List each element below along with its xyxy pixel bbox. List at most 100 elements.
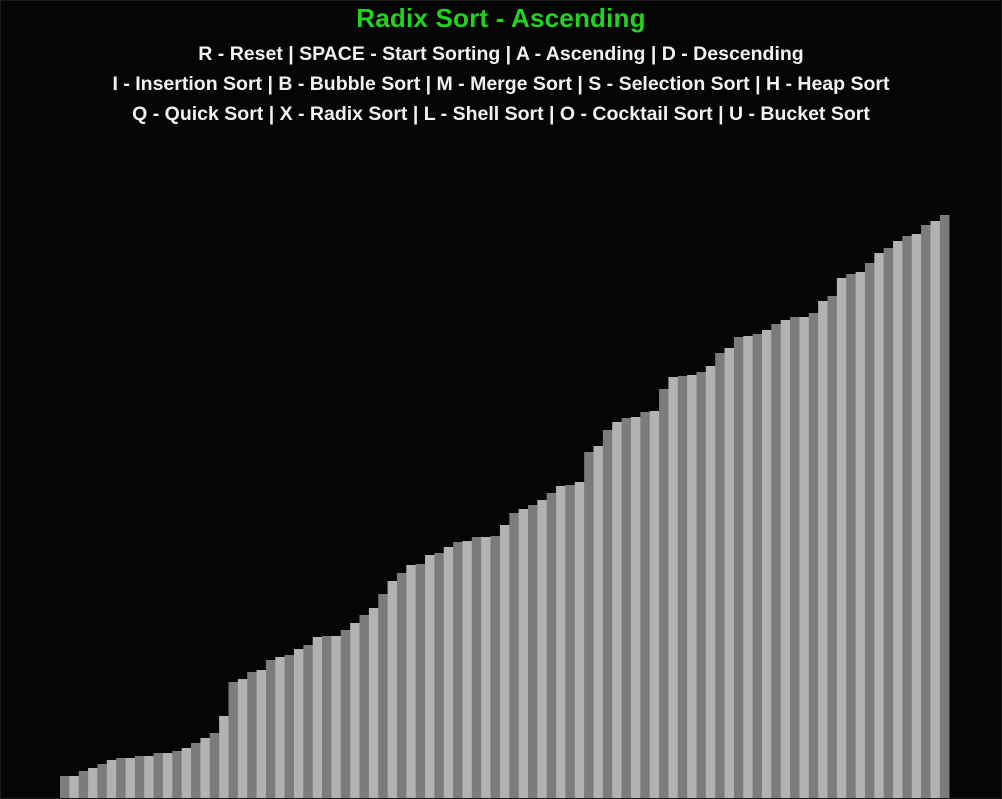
sort-bar: [191, 743, 201, 798]
sort-bar: [387, 581, 398, 798]
sort-bar: [499, 525, 510, 798]
sort-bar: [415, 564, 426, 798]
sort-bar: [378, 594, 388, 798]
sort-bar: [696, 372, 707, 798]
sort-bar: [743, 336, 753, 798]
sort-bar: [490, 536, 501, 798]
sort-bar: [649, 411, 660, 798]
sort-bar: [546, 493, 557, 798]
sort-bar: [247, 672, 257, 798]
sort-bar: [827, 296, 838, 798]
sort-bar: [153, 753, 164, 798]
sort-bar: [125, 758, 136, 798]
sort-bar: [331, 636, 342, 798]
sort-bar: [509, 513, 519, 798]
sort-bar: [705, 366, 716, 798]
sort-bar: [237, 679, 248, 798]
sort-bar: [733, 337, 744, 798]
sort-bar: [565, 485, 576, 798]
sort-bar: [256, 670, 267, 798]
sort-bar: [396, 573, 407, 798]
sort-bar: [612, 422, 622, 798]
sort-bar: [219, 716, 229, 798]
sort-bar: [116, 758, 126, 798]
sort-bar: [312, 637, 323, 798]
sort-bar: [939, 215, 950, 798]
sort-bar: [359, 615, 370, 798]
sort-bar: [659, 389, 669, 798]
sort-bar: [228, 682, 239, 798]
sort-bar: [602, 430, 613, 798]
sort-bar: [284, 655, 295, 798]
sort-bar: [921, 225, 931, 798]
sort-bar: [528, 505, 538, 798]
sort-bar: [78, 771, 89, 798]
sort-bar: [172, 751, 182, 798]
sort-bar: [106, 760, 117, 798]
sort-bar: [556, 486, 566, 798]
sort-bar: [294, 649, 304, 798]
sort-bar: [425, 555, 435, 798]
sort-bar: [406, 565, 416, 798]
sort-bar: [97, 764, 108, 798]
sort-bar: [471, 537, 482, 798]
algorithm-title: Radix Sort - Ascending: [356, 3, 646, 33]
controls-help-line-1: R - Reset | SPACE - Start Sorting | A - …: [198, 43, 804, 65]
sort-bar: [930, 221, 941, 798]
sort-bar: [836, 278, 847, 798]
sort-bar: [350, 623, 360, 798]
sort-bar: [902, 236, 913, 798]
controls-help-line-2: I - Insertion Sort | B - Bubble Sort | M…: [112, 73, 890, 95]
sort-bar: [874, 253, 884, 798]
sort-bar: [640, 412, 650, 798]
sort-bar: [818, 301, 828, 798]
sort-bar: [303, 645, 314, 798]
sort-bar: [340, 630, 351, 798]
sort-bar: [864, 263, 875, 798]
sort-bar: [162, 753, 173, 798]
sort-bar: [88, 768, 98, 798]
visualizer-canvas: Radix Sort - Ascending R - Reset | SPACE…: [0, 0, 1002, 799]
sort-bar: [181, 748, 192, 798]
sort-bar: [808, 313, 819, 798]
sort-bar: [687, 375, 697, 798]
sort-bar: [846, 274, 856, 798]
sort-bar: [144, 756, 154, 798]
sort-bar: [584, 452, 594, 798]
sort-bar: [677, 376, 688, 798]
sort-bar: [855, 272, 866, 798]
sort-bar: [200, 738, 211, 798]
sort-bar: [434, 553, 445, 798]
sort-bar: [537, 500, 548, 798]
sort-bar: [453, 542, 463, 798]
sort-bar: [69, 776, 80, 798]
sort-bar: [893, 241, 903, 798]
sort-bar: [443, 547, 454, 798]
sort-bar: [134, 756, 145, 798]
sort-bar: [481, 537, 491, 798]
sort-bar: [771, 324, 782, 798]
sort-bar: [780, 320, 791, 798]
sort-bar: [518, 509, 529, 798]
sort-bar: [715, 353, 725, 798]
sort-bar: [668, 377, 679, 798]
sort-bar: [265, 660, 276, 798]
sort-bar: [60, 776, 70, 798]
sort-bar: [724, 348, 735, 798]
sort-bar: [752, 334, 763, 798]
sort-bar: [209, 733, 220, 798]
sort-bar: [762, 330, 772, 798]
sort-bar: [799, 317, 810, 798]
sort-bar: [790, 317, 800, 798]
sort-bar: [322, 636, 332, 798]
controls-help-line-3: Q - Quick Sort | X - Radix Sort | L - Sh…: [132, 103, 870, 125]
sort-bar: [462, 541, 473, 798]
sort-bar: [911, 234, 922, 798]
sort-bar: [630, 417, 641, 798]
sort-bar: [883, 248, 894, 798]
sort-bar: [368, 608, 379, 798]
sort-bar: [621, 418, 632, 798]
sort-bar: [275, 657, 285, 798]
sort-bar: [593, 446, 604, 798]
sort-bar: [574, 482, 585, 798]
